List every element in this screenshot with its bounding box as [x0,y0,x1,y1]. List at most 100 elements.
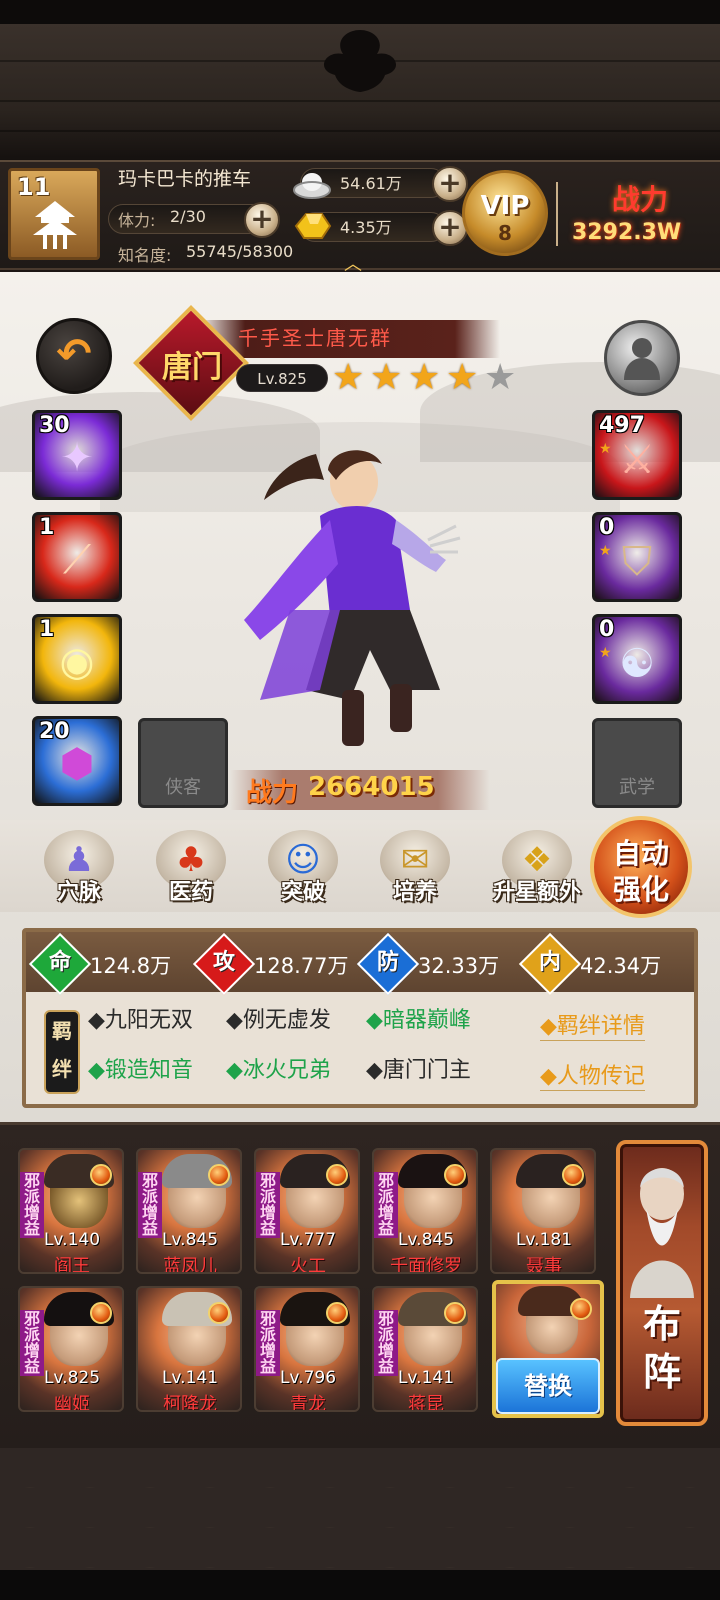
vip-label: VIP [480,191,530,221]
equipment-count: 0 [599,515,615,540]
faction-buff-tag: 邪派增益 [256,1310,280,1376]
claw-slash-icon: ⟋ [63,537,91,583]
lineup-hero-card[interactable]: 邪派增益 Lv.141 蒋昆 [372,1286,478,1412]
gold-ingot-icon [294,213,332,239]
equipment-slot-amulet[interactable]: 0 ★ ☯ [592,614,682,704]
skill-slot-gem[interactable]: 20 ⬢ [32,716,122,806]
lineup-hero-card[interactable]: Lv.181 聂事 [490,1148,596,1274]
notification-dot [570,1298,592,1320]
medicine-button[interactable]: ♣ 医药 [146,830,236,910]
gold-value: 4.35万 [340,218,392,237]
function-label: 医药 [168,880,213,905]
lineup-hero-card[interactable]: 邪派增益 Lv.845 蓝凤儿 [136,1148,242,1274]
star-icon: ★ [332,357,365,398]
lineup-hero-card[interactable]: 邪派增益 Lv.845 千面修罗 [372,1148,478,1274]
hero-level: Lv.141 [397,1368,455,1388]
pavilion-icon [33,201,77,249]
bond-details-link[interactable]: ◆羁绊详情 [540,1008,645,1041]
notification-dot [326,1164,348,1186]
auto-enhance-label-2: 强化 [612,873,669,906]
hero-name: 火工 [290,1256,326,1274]
internal-value: 42.34万 [580,954,662,978]
companion-slot[interactable]: 侠客 [138,718,228,808]
bond-tag: 羁绊 [44,1010,80,1094]
dart-icon: ✦ [60,435,94,481]
function-label: 穴脉 [56,880,101,905]
lineup-hero-card[interactable]: 邪派增益 Lv.777 火工 [254,1148,360,1274]
lineup-hero-card[interactable]: 邪派增益 Lv.796 青龙 [254,1286,360,1412]
lineup-hero-card[interactable]: Lv.141 柯降龙 [136,1286,242,1412]
notification-dot [326,1302,348,1324]
notification-dot [208,1302,230,1324]
skill-slot-dart[interactable]: 30 ✦ [32,410,122,500]
roof-decoration [0,0,720,160]
sect-emblem-label: 唐门 [162,350,222,385]
hero-power-value: 2664015 [308,772,435,802]
golden-orb-icon: ◉ [59,639,95,685]
function-label: 突破 [280,880,325,905]
hero-portrait [244,450,461,746]
star-up-extra-button[interactable]: ❖ 升星额外 [484,830,590,910]
hero-name: 蒋昆 [408,1394,444,1412]
hero-level: Lv.845 [161,1230,219,1250]
bond-item: ◆锻造知音 [88,1058,193,1083]
player-level-badge[interactable]: 11 [8,168,100,260]
vip-badge[interactable]: VIP 8 [462,170,548,256]
faction-buff-tag: 邪派增益 [374,1310,398,1376]
replace-button[interactable]: 替换 [496,1358,600,1414]
formation-label: 布阵 [642,1302,681,1394]
notification-dot [444,1302,466,1324]
breakthrough-button[interactable]: ☺ 突破 [258,830,348,910]
fame-label: 知名度: [118,246,172,265]
hero-profile-button[interactable] [604,320,680,396]
bond-item: ◆唐门门主 [366,1058,471,1083]
notification-dot [90,1164,112,1186]
warrior-silhouette-icon [624,338,660,380]
back-button[interactable]: ↶ [36,318,112,394]
lineup-hero-card[interactable]: 邪派增益 Lv.140 阎王 [18,1148,124,1274]
cloak-icon: ⛉ [622,539,652,585]
bond-item: ◆九阳无双 [88,1008,193,1033]
companion-slot-label: 侠客 [165,777,201,798]
silver-ingot-icon [293,173,331,199]
hero-name: 千手圣士唐无群 [238,326,392,350]
skill-slot-claw[interactable]: 1 ⟋ [32,512,122,602]
vip-level: 8 [498,221,512,245]
cloud-ornament-icon [323,30,397,92]
faction-buff-tag: 邪派增益 [20,1172,44,1238]
equipment-slot-weapon[interactable]: 497 ★ ⚔ [592,410,682,500]
cultivate-button[interactable]: ✉ 培养 [370,830,460,910]
defense-char: 防 [376,950,399,975]
system-navigation-bar [0,1570,720,1600]
hero-level: Lv.845 [397,1230,455,1250]
hero-level: Lv.181 [515,1230,573,1250]
biography-link[interactable]: ◆人物传记 [540,1058,645,1091]
add-stamina-button[interactable]: + [244,202,280,238]
martial-art-slot[interactable]: 武学 [592,718,682,808]
auto-enhance-button[interactable]: 自动 强化 [590,816,692,918]
faction-buff-tag: 邪派增益 [374,1172,398,1238]
hero-name: 聂事 [526,1256,562,1274]
health-char: 命 [48,950,71,975]
meridian-button[interactable]: ♟ 穴脉 [34,830,124,910]
lineup-hero-card[interactable]: 邪派增益 Lv.825 幽姬 [18,1286,124,1412]
attack-char: 攻 [212,950,235,975]
bond-item: ◆暗器巅峰 [366,1008,471,1033]
bottom-wave-pattern [0,1448,720,1570]
star-icon: ★ [408,357,441,398]
martial-art-slot-label: 武学 [619,777,655,798]
equipment-count: 0 [599,617,615,642]
header-divider [556,182,558,246]
purple-gem-icon: ⬢ [59,741,95,787]
hero-name: 阎王 [54,1256,90,1274]
total-power-label: 战力 [612,183,669,216]
sage-portrait [630,1168,694,1298]
faction-buff-tag: 邪派增益 [20,1310,44,1376]
equipment-slot-cloak[interactable]: 0 ★ ⛉ [592,512,682,602]
hero-level: Lv.777 [279,1230,337,1250]
skill-slot-orb[interactable]: 1 ◉ [32,614,122,704]
hero-name: 幽姬 [54,1394,90,1412]
hero-name: 蓝凤儿 [163,1256,217,1274]
auto-enhance-label-1: 自动 [612,837,669,870]
add-silver-button[interactable]: + [432,166,468,202]
